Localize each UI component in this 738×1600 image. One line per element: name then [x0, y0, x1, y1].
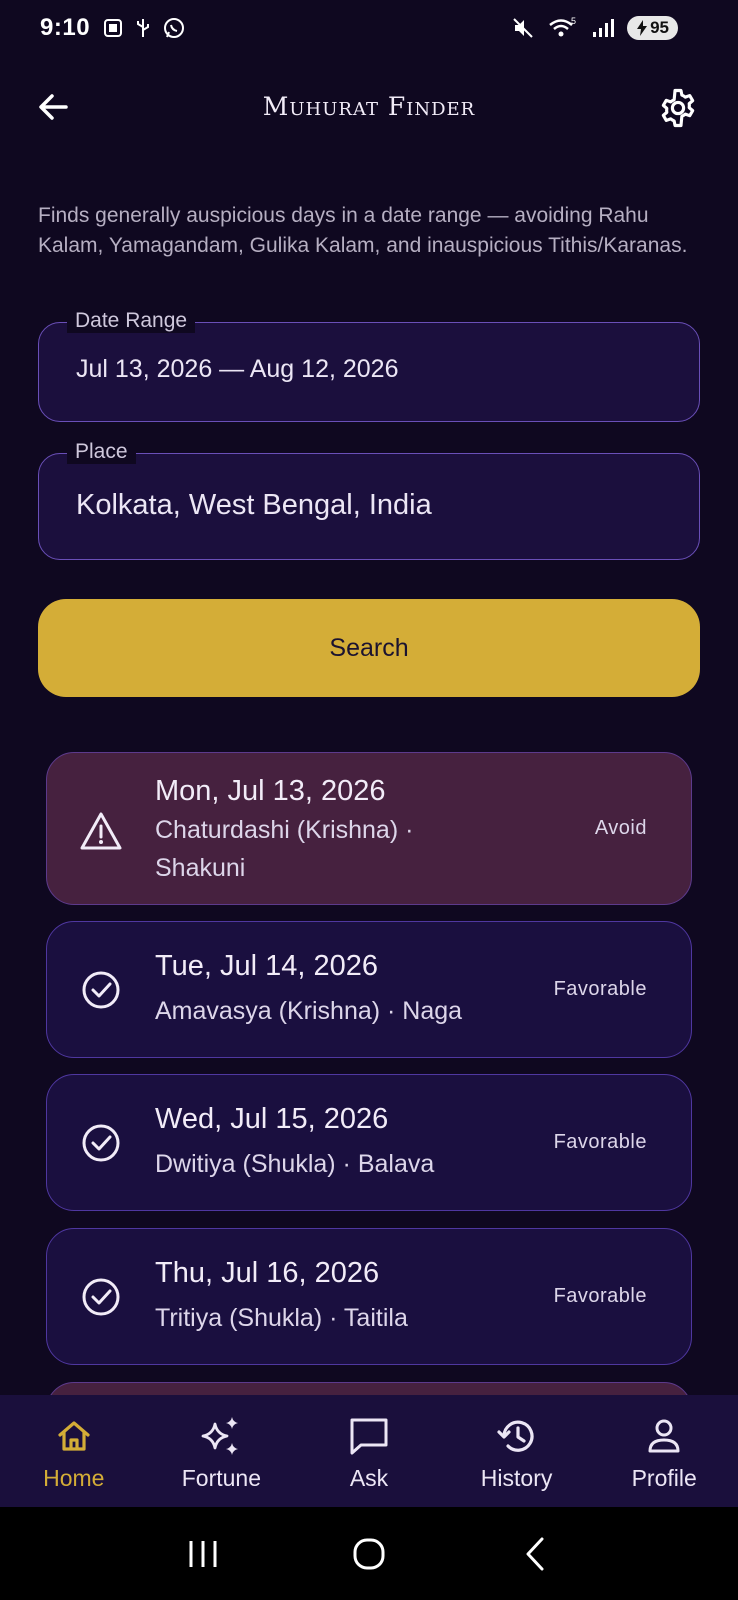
result-date: Tue, Jul 14, 2026	[155, 950, 379, 982]
screenshot-icon	[104, 19, 123, 37]
mute-icon	[513, 18, 533, 38]
recent-apps-icon	[189, 1540, 217, 1567]
result-card[interactable]: Wed, Jul 15, 2026 Dwitiya (Shukla) · Bal…	[46, 1074, 692, 1211]
result-status: Favorable	[553, 1131, 647, 1153]
settings-button[interactable]	[656, 86, 700, 130]
home-icon	[51, 1413, 97, 1459]
chat-icon	[346, 1413, 392, 1459]
nav-home[interactable]: Home	[0, 1395, 148, 1507]
gear-icon	[661, 88, 695, 128]
wifi-icon: 5	[549, 16, 576, 37]
signal-icon	[593, 19, 615, 37]
status-notification-icons	[102, 16, 186, 40]
bottom-nav: Home Fortune Ask History Profile	[0, 1395, 738, 1507]
result-detail: Tritiya (Shukla) · Taitila	[155, 1304, 408, 1332]
status-time: 9:10	[40, 14, 91, 41]
check-circle-icon	[79, 968, 123, 1012]
system-nav-bar	[0, 1507, 738, 1600]
nav-home-label: Home	[43, 1465, 105, 1491]
nav-ask-label: Ask	[349, 1465, 389, 1491]
page-title: Muhurat Finder	[262, 92, 476, 121]
result-status: Favorable	[553, 978, 647, 1000]
app-bar: Muhurat Finder	[0, 72, 738, 142]
back-nav-button[interactable]	[505, 1524, 565, 1584]
date-range-label: Date Range	[67, 309, 196, 333]
status-bar: 9:10 5 95	[0, 0, 738, 56]
charging-icon	[637, 20, 648, 36]
nav-fortune-label: Fortune	[181, 1465, 262, 1491]
nav-ask[interactable]: Ask	[295, 1395, 443, 1507]
result-status: Favorable	[553, 1285, 647, 1307]
nav-history[interactable]: History	[443, 1395, 591, 1507]
result-card[interactable]: Tue, Jul 14, 2026 Amavasya (Krishna) · N…	[46, 921, 692, 1058]
result-detail: Chaturdashi (Krishna) · Shakuni	[155, 816, 414, 882]
result-detail: Amavasya (Krishna) · Naga	[155, 997, 463, 1025]
nav-profile-label: Profile	[631, 1465, 697, 1491]
check-circle-icon	[79, 1275, 123, 1319]
battery-indicator: 95	[627, 16, 678, 40]
sparkles-icon	[198, 1413, 244, 1459]
place-field[interactable]: Place Kolkata, West Bengal, India	[38, 440, 700, 560]
result-date: Thu, Jul 16, 2026	[155, 1257, 380, 1289]
chevron-left-icon	[526, 1537, 544, 1570]
place-value: Kolkata, West Bengal, India	[76, 489, 432, 521]
svg-text:5: 5	[571, 16, 576, 26]
warning-icon	[79, 809, 123, 853]
status-right: 5 95	[511, 16, 678, 40]
result-status: Avoid	[594, 817, 647, 839]
whatsapp-icon	[164, 18, 185, 38]
nav-fortune[interactable]: Fortune	[148, 1395, 296, 1507]
check-circle-icon	[79, 1121, 123, 1165]
home-nav-button[interactable]	[339, 1524, 399, 1584]
recent-apps-button[interactable]	[173, 1524, 233, 1584]
result-card[interactable]: Thu, Jul 16, 2026 Tritiya (Shukla) · Tai…	[46, 1228, 692, 1365]
result-date: Wed, Jul 15, 2026	[155, 1103, 389, 1135]
result-detail: Dwitiya (Shukla) · Balava	[155, 1150, 435, 1178]
nav-history-label: History	[480, 1465, 553, 1491]
description-text: Finds generally auspicious days in a dat…	[38, 204, 688, 257]
search-button[interactable]: Search	[38, 599, 700, 697]
nav-profile[interactable]: Profile	[590, 1395, 738, 1507]
home-circle-icon	[353, 1538, 385, 1569]
place-label: Place	[67, 440, 136, 464]
usb-icon	[137, 19, 150, 37]
status-left: 9:10	[40, 14, 186, 42]
history-icon	[494, 1413, 540, 1459]
result-date: Mon, Jul 13, 2026	[155, 775, 386, 807]
battery-level: 95	[650, 18, 669, 37]
result-card[interactable]: Mon, Jul 13, 2026 Chaturdashi (Krishna) …	[46, 752, 692, 905]
results-list[interactable]: Mon, Jul 13, 2026 Chaturdashi (Krishna) …	[46, 752, 692, 1395]
date-range-value: Jul 13, 2026 — Aug 12, 2026	[76, 355, 399, 383]
date-range-field[interactable]: Date Range Jul 13, 2026 — Aug 12, 2026	[38, 309, 700, 422]
result-card-partial[interactable]	[46, 1382, 692, 1395]
profile-icon	[641, 1413, 687, 1459]
